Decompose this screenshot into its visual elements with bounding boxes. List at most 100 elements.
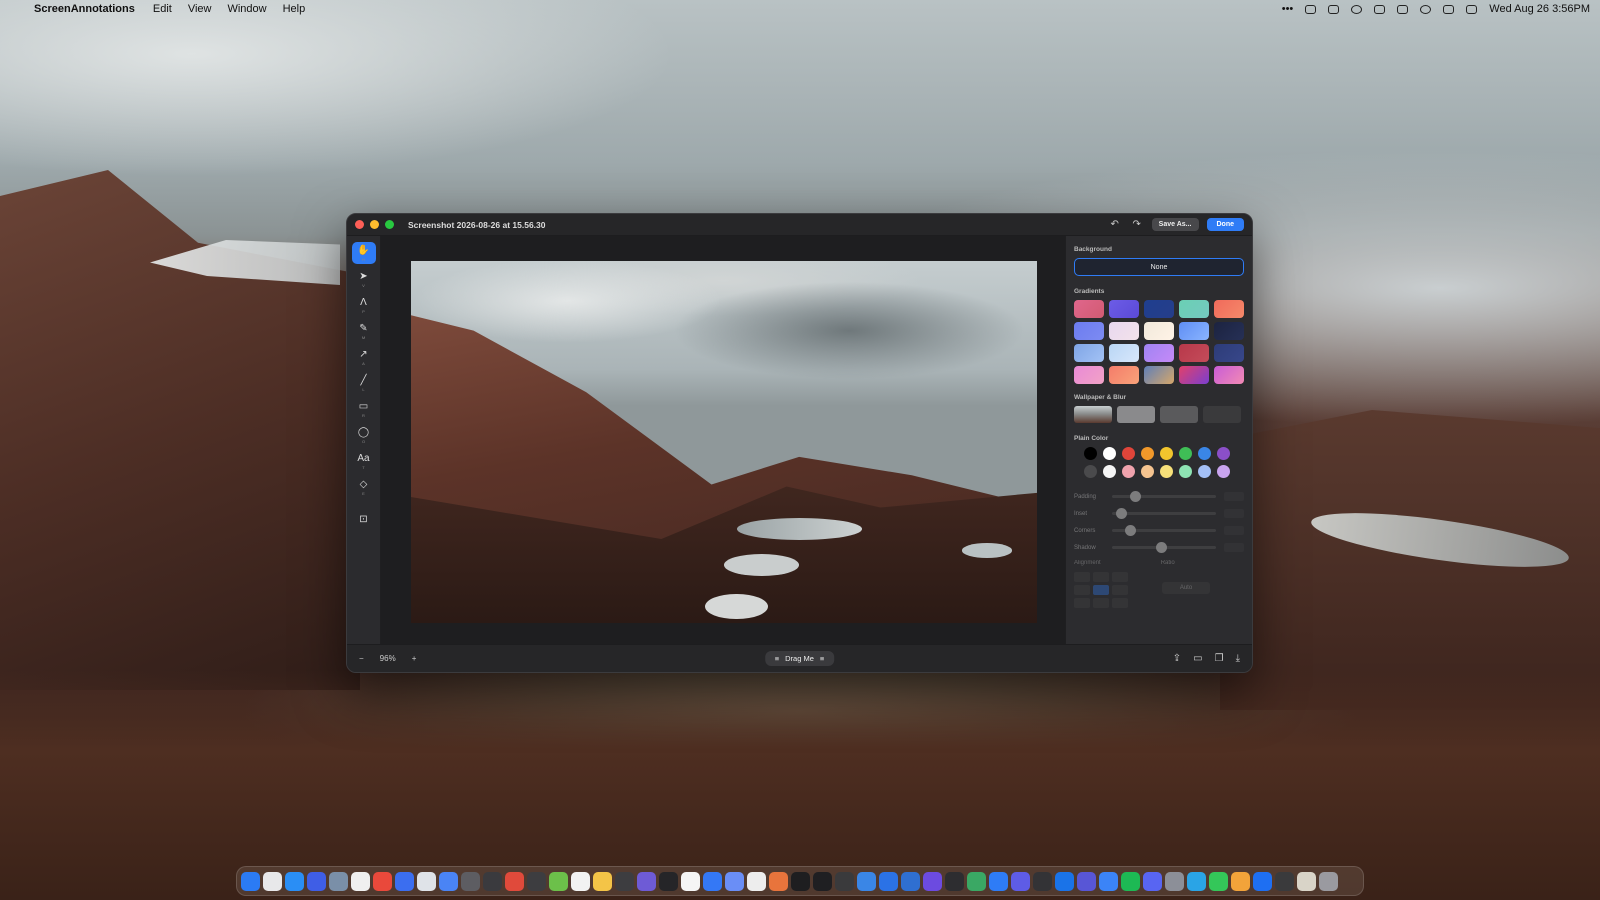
close-icon[interactable] bbox=[355, 220, 364, 229]
dock-app-icon[interactable] bbox=[1143, 871, 1162, 891]
gradient-swatch[interactable] bbox=[1074, 366, 1104, 384]
dock-app-icon[interactable] bbox=[901, 871, 920, 891]
select-tool[interactable]: ➤ V bbox=[352, 268, 376, 290]
save-icon[interactable]: ⤓ bbox=[1236, 653, 1240, 664]
dock-app-icon[interactable] bbox=[791, 871, 810, 891]
dock-app-icon[interactable] bbox=[681, 871, 700, 891]
align-cell[interactable] bbox=[1112, 598, 1128, 608]
dock-app-icon[interactable] bbox=[461, 871, 480, 891]
gradient-swatch[interactable] bbox=[1144, 300, 1174, 318]
dock-app-icon[interactable] bbox=[263, 871, 282, 891]
slider-knob[interactable] bbox=[1116, 508, 1128, 519]
slider-knob[interactable] bbox=[1156, 542, 1167, 553]
zoom-out-button[interactable]: − bbox=[359, 654, 364, 663]
arrow-tool[interactable]: ↗ A bbox=[352, 346, 376, 368]
zoom-icon[interactable] bbox=[385, 220, 394, 229]
eraser-tool[interactable]: ◇ E bbox=[352, 476, 376, 498]
dock-app-icon[interactable] bbox=[1165, 871, 1184, 891]
dock-app-icon[interactable] bbox=[571, 871, 590, 891]
color-swatch[interactable] bbox=[1122, 447, 1135, 460]
dock-app-icon[interactable] bbox=[1187, 871, 1206, 891]
slider-value[interactable] bbox=[1224, 526, 1244, 535]
gradient-swatch[interactable] bbox=[1144, 366, 1174, 384]
gradient-swatch[interactable] bbox=[1074, 344, 1104, 362]
dock-app-icon[interactable] bbox=[1099, 871, 1118, 891]
dock-app-icon[interactable] bbox=[835, 871, 854, 891]
background-none-button[interactable]: None bbox=[1074, 258, 1244, 276]
dock-app-icon[interactable] bbox=[1055, 871, 1074, 891]
dock-app-icon[interactable] bbox=[923, 871, 942, 891]
gradient-swatch[interactable] bbox=[1109, 300, 1139, 318]
zoom-in-button[interactable]: + bbox=[412, 654, 417, 663]
ratio-select[interactable]: Auto bbox=[1162, 582, 1210, 594]
dock-app-icon[interactable] bbox=[703, 871, 722, 891]
align-cell[interactable] bbox=[1112, 585, 1128, 595]
pencil-tool[interactable]: ✎ M bbox=[352, 320, 376, 342]
color-swatch[interactable] bbox=[1122, 465, 1135, 478]
status-icon[interactable] bbox=[1305, 4, 1317, 14]
wallpaper-swatch[interactable] bbox=[1117, 406, 1155, 423]
wallpaper-swatch[interactable] bbox=[1203, 406, 1241, 423]
circle-tool[interactable]: ◯ O bbox=[352, 424, 376, 446]
hand-tool[interactable]: ✋ H bbox=[351, 242, 376, 264]
canvas[interactable] bbox=[381, 236, 1065, 644]
align-cell[interactable] bbox=[1074, 598, 1090, 608]
slider-knob[interactable] bbox=[1129, 491, 1141, 502]
dock-app-icon[interactable] bbox=[241, 871, 260, 891]
save-as-button[interactable]: Save As... bbox=[1151, 218, 1199, 231]
pen-tool[interactable]: ɅP bbox=[352, 294, 376, 316]
color-swatch[interactable] bbox=[1198, 447, 1211, 460]
dock-app-icon[interactable] bbox=[307, 871, 326, 891]
dock-app-icon[interactable] bbox=[725, 871, 744, 891]
gradient-swatch[interactable] bbox=[1214, 322, 1244, 340]
clock[interactable]: Wed Aug 26 3:56PM bbox=[1489, 3, 1590, 15]
dock-app-icon[interactable] bbox=[439, 871, 458, 891]
minimize-icon[interactable] bbox=[370, 220, 379, 229]
dock-app-icon[interactable] bbox=[1319, 871, 1338, 891]
dock-app-icon[interactable] bbox=[967, 871, 986, 891]
dock-app-icon[interactable] bbox=[1033, 871, 1052, 891]
line-tool[interactable]: ╱ L bbox=[352, 372, 376, 394]
dock-app-icon[interactable] bbox=[1077, 871, 1096, 891]
record-icon[interactable] bbox=[1351, 4, 1363, 14]
dock-app-icon[interactable] bbox=[637, 871, 656, 891]
dock-app-icon[interactable] bbox=[505, 871, 524, 891]
lock-icon[interactable] bbox=[1397, 4, 1409, 14]
dock-app-icon[interactable] bbox=[1011, 871, 1030, 891]
color-swatch[interactable] bbox=[1217, 465, 1230, 478]
zoom-level[interactable]: 96% bbox=[380, 654, 396, 663]
color-swatch[interactable] bbox=[1084, 447, 1097, 460]
drag-me-button[interactable]: ≡ Drag Me ≡ bbox=[764, 651, 835, 666]
folder-icon[interactable]: ▭ bbox=[1193, 653, 1202, 664]
dock-app-icon[interactable] bbox=[417, 871, 436, 891]
align-cell[interactable] bbox=[1093, 572, 1109, 582]
align-cell[interactable] bbox=[1074, 572, 1090, 582]
gradient-swatch[interactable] bbox=[1179, 366, 1209, 384]
slider-value[interactable] bbox=[1224, 509, 1244, 518]
slider-track[interactable] bbox=[1112, 491, 1216, 502]
menu-help[interactable]: Help bbox=[283, 3, 306, 15]
gradient-swatch[interactable] bbox=[1109, 322, 1139, 340]
gradient-swatch[interactable] bbox=[1144, 322, 1174, 340]
color-swatch[interactable] bbox=[1217, 447, 1230, 460]
text-tool[interactable]: Aa T bbox=[352, 450, 376, 472]
slider-value[interactable] bbox=[1224, 492, 1244, 501]
screenshot-image[interactable] bbox=[411, 261, 1037, 623]
slider-track[interactable] bbox=[1112, 508, 1216, 519]
gradient-swatch[interactable] bbox=[1109, 344, 1139, 362]
dock-app-icon[interactable] bbox=[351, 871, 370, 891]
battery-icon[interactable] bbox=[1443, 4, 1455, 14]
slider-value[interactable] bbox=[1224, 543, 1244, 552]
color-swatch[interactable] bbox=[1179, 465, 1192, 478]
gradient-swatch[interactable] bbox=[1109, 366, 1139, 384]
dock-app-icon[interactable] bbox=[483, 871, 502, 891]
dock-app-icon[interactable] bbox=[395, 871, 414, 891]
dock-app-icon[interactable] bbox=[549, 871, 568, 891]
control-center-icon[interactable] bbox=[1466, 4, 1478, 14]
align-cell[interactable] bbox=[1112, 572, 1128, 582]
gradient-swatch[interactable] bbox=[1214, 344, 1244, 362]
dock-app-icon[interactable] bbox=[945, 871, 964, 891]
gradient-swatch[interactable] bbox=[1214, 366, 1244, 384]
dock-app-icon[interactable] bbox=[989, 871, 1008, 891]
color-swatch[interactable] bbox=[1103, 465, 1116, 478]
